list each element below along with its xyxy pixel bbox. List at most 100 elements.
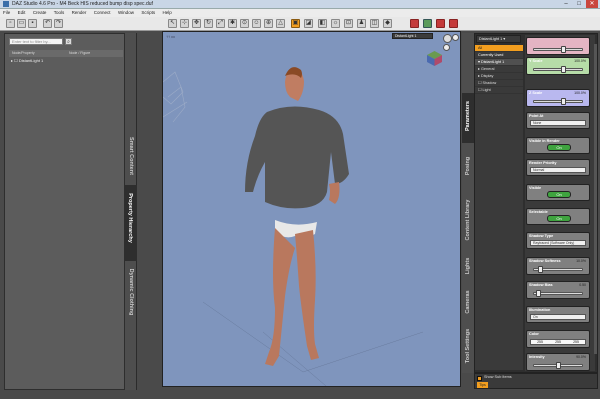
camera-icon[interactable]: ⊡ (344, 19, 353, 28)
menu-tools[interactable]: Tools (51, 9, 68, 16)
scene-icon[interactable] (449, 19, 458, 28)
search-options-icon[interactable]: ⌕ (65, 38, 72, 45)
3d-viewport[interactable]: ↑↑ ▭ DistantLight 1 (162, 31, 461, 387)
parameter-dropdown[interactable]: Raytraced (Software Only) (530, 240, 586, 246)
tab-cameras[interactable]: Cameras (462, 281, 474, 321)
column-node-property[interactable]: Node/Property (9, 50, 66, 57)
parameter-dropdown[interactable]: None (530, 120, 586, 126)
translate-icon[interactable]: ✥ (192, 19, 201, 28)
scale-icon[interactable]: ⤢ (216, 19, 225, 28)
menu-edit[interactable]: Edit (15, 9, 29, 16)
tab-tool-settings[interactable]: Tool Settings (462, 321, 474, 371)
parameter-value[interactable]: 0.50 (579, 283, 586, 287)
parameter-dropdown[interactable]: Normal (530, 167, 586, 173)
parameter-value[interactable]: 10.0% (576, 259, 586, 263)
render-settings-icon[interactable]: ◧ (318, 19, 327, 28)
tab-parameters[interactable]: Parameters (462, 93, 474, 143)
open-icon[interactable]: ▭ (17, 19, 26, 28)
color-channel[interactable]: 255 (555, 340, 561, 344)
aux-viewport-icon[interactable] (436, 19, 445, 28)
parameter-row: Shadow Softness 10.0% (526, 257, 590, 275)
parameter-value[interactable]: 100.0% (574, 59, 586, 63)
tab-smart-content[interactable]: Smart Content (125, 131, 137, 185)
close-button[interactable]: ✕ (586, 0, 598, 8)
on-off-toggle[interactable]: On (547, 144, 571, 151)
tree-node-distantlight[interactable]: ▸ ☐ DistantLight 1 (11, 58, 43, 63)
left-splitter[interactable] (137, 33, 162, 390)
universal-tool-icon[interactable]: ✱ (228, 19, 237, 28)
menu-connect[interactable]: Connect (91, 9, 114, 16)
slider-knob[interactable] (538, 266, 543, 273)
menu-file[interactable]: File (0, 9, 13, 16)
parameter-value[interactable]: 100.0% (574, 91, 586, 95)
slider-knob[interactable] (560, 66, 566, 73)
category-item[interactable]: ☐ Shadow (475, 80, 523, 87)
color-field[interactable]: 255 255 255 (530, 339, 586, 345)
surface-selector-icon[interactable]: ⊙ (240, 19, 249, 28)
slider-knob[interactable] (555, 362, 561, 369)
undo-icon[interactable]: ↶ (43, 19, 52, 28)
primitive-icon[interactable]: ◆ (383, 19, 392, 28)
category-item[interactable]: Currently Used (475, 52, 523, 59)
parameter-row: Y Scale 100.0% (526, 57, 590, 75)
tab-posing[interactable]: Posing (462, 145, 474, 189)
redo-icon[interactable]: ↷ (54, 19, 63, 28)
menu-render[interactable]: Render (69, 9, 90, 16)
status-bar (0, 390, 600, 399)
on-off-toggle[interactable]: On (547, 191, 571, 198)
parameter-row: Shadow Bias 0.50 (526, 281, 590, 299)
geometry-editor-icon[interactable]: △ (276, 19, 285, 28)
parameter-slider[interactable] (533, 48, 583, 51)
on-off-toggle[interactable]: On (547, 215, 571, 222)
category-item[interactable]: ▸ Display (475, 73, 523, 80)
maximize-button[interactable]: □ (573, 0, 585, 8)
tab-label: Parameters (465, 101, 471, 131)
tab-lights[interactable]: Lights (462, 251, 474, 281)
group-icon[interactable]: ◫ (370, 19, 379, 28)
slider-knob[interactable] (560, 46, 566, 53)
parameter-dropdown[interactable]: On (530, 314, 586, 320)
figure-icon[interactable]: ♟ (357, 19, 366, 28)
node-select-icon[interactable]: ⊹ (180, 19, 189, 28)
tips-button[interactable]: Tips (477, 382, 488, 388)
slider-knob[interactable] (535, 290, 541, 297)
tab-content-library[interactable]: Content Library (462, 191, 474, 251)
category-item[interactable]: All (475, 45, 523, 52)
image-editor-icon[interactable] (423, 19, 432, 28)
parameter-value[interactable]: 90.0% (576, 355, 586, 359)
parameter-slider[interactable] (533, 100, 583, 103)
category-item[interactable]: ▾ DistantLight 1 (475, 59, 523, 66)
node-selector[interactable]: DistantLight 1 ▾ (476, 35, 521, 43)
save-icon[interactable]: ▪ (28, 19, 37, 28)
render-library-icon[interactable] (410, 19, 419, 28)
joint-editor-icon[interactable]: ⊕ (264, 19, 273, 28)
tab-label: Lights (465, 257, 471, 275)
search-input[interactable]: Enter text to filter by... (9, 38, 63, 45)
menu-help[interactable]: Help (160, 9, 175, 16)
cursor-icon[interactable]: ↖ (168, 19, 177, 28)
spot-render-icon[interactable]: ▣ (291, 19, 300, 28)
category-item[interactable]: ▸ General (475, 66, 523, 73)
parameters-scrollbar[interactable] (594, 44, 597, 354)
new-scene-icon[interactable]: ▫ (6, 19, 15, 28)
rotate-icon[interactable]: ↻ (204, 19, 213, 28)
minimize-button[interactable]: – (560, 0, 572, 8)
light-icon[interactable]: ☼ (331, 19, 340, 28)
parameter-slider[interactable] (533, 68, 583, 71)
active-pose-icon[interactable]: ☺ (252, 19, 261, 28)
slider-knob[interactable] (560, 98, 566, 105)
color-channel[interactable]: 255 (537, 340, 543, 344)
show-sub-items-checkbox[interactable] (477, 376, 482, 381)
render-icon[interactable]: ◪ (304, 19, 313, 28)
column-header: Node/Property Node / Figure (9, 50, 123, 57)
category-item[interactable]: ☐ Light (475, 87, 523, 94)
color-channel[interactable]: 255 (573, 340, 579, 344)
parameter-slider[interactable] (533, 292, 583, 295)
menu-create[interactable]: Create (30, 9, 50, 16)
tab-label: Smart Content (128, 137, 134, 175)
column-node-figure[interactable]: Node / Figure (66, 50, 123, 57)
menu-window[interactable]: Window (115, 9, 137, 16)
tab-property-hierarchy[interactable]: Property Hierarchy (125, 185, 137, 261)
tab-dynamic-clothing[interactable]: Dynamic Clothing (125, 261, 137, 327)
menu-scripts[interactable]: Scripts (138, 9, 158, 16)
